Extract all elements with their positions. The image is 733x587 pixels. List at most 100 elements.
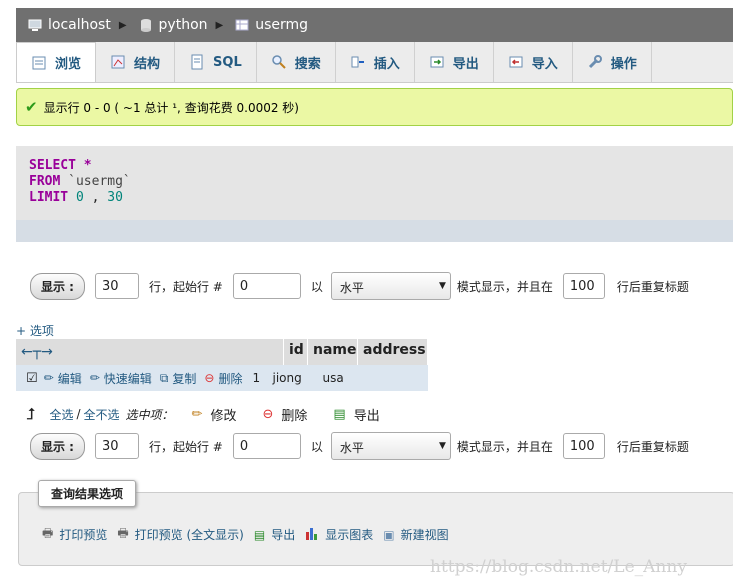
bulk-export-button[interactable]: ▤ 导出 — [333, 405, 379, 424]
bar-chart-icon — [305, 526, 319, 543]
deselect-all-link[interactable]: 全不选 — [84, 406, 120, 423]
breadcrumb-database-label[interactable]: python — [159, 17, 208, 33]
watermark: https://blog.csdn.net/Le_Anny — [430, 557, 687, 577]
create-view-label: 新建视图 — [400, 528, 449, 542]
browse-icon — [31, 55, 47, 71]
sql-toolbar — [16, 220, 733, 242]
tab-browse-label: 浏览 — [55, 57, 82, 72]
print-preview-link[interactable]: 🖶 打印预览 — [42, 524, 107, 545]
export-icon: ▤ — [253, 527, 266, 542]
tab-browse[interactable]: 浏览 — [16, 42, 97, 82]
cell-name: jiong — [272, 371, 302, 385]
tab-operations[interactable]: 操作 — [573, 42, 652, 82]
copy-row-link[interactable]: ⧉ 复制 — [160, 370, 197, 387]
options-link[interactable]: + 选项 — [16, 322, 54, 339]
results-table: ←┬→ id name address ☑ ✏ 编辑 ✏ 快速编辑 ⧉ 复制 ⊖ 删除 … — [16, 339, 428, 391]
mode-prefix-label: 以 — [310, 279, 323, 294]
repeat-header-input[interactable]: 100 — [562, 273, 605, 299]
breadcrumb-table[interactable]: usermg — [235, 17, 308, 33]
breadcrumb-server[interactable]: localhost ▶ — [28, 17, 127, 33]
success-message: ✔ 显示行 0 - 0 ( ~1 总计 ¹, 查询花费 0.0002 秒) — [16, 88, 733, 126]
sql-select-keyword[interactable]: SELECT — [29, 158, 76, 173]
start-row-label: 行，起始行 # — [148, 279, 223, 294]
sql-limit-keyword[interactable]: LIMIT — [29, 190, 68, 205]
query-results-options-legend: 查询结果选项 — [38, 480, 137, 507]
delete-icon: ⊖ — [204, 371, 215, 385]
query-results-actions: 🖶 打印预览 🖶 打印预览 (全文显示) ▤ 导出 显示图表 ▣ 新建视图 — [42, 524, 459, 545]
edit-row-label: 编辑 — [57, 371, 82, 386]
mode-suffix-label: 模式显示，并且在 — [456, 279, 553, 294]
row-checkbox[interactable]: ☑ — [26, 371, 38, 386]
tab-sql-label: SQL — [213, 54, 242, 70]
breadcrumb: localhost ▶ python ▶ usermg — [16, 8, 733, 42]
print-preview-full-label: 打印预览 (全文显示) — [134, 528, 244, 542]
table-icon — [235, 18, 249, 32]
checkmark-icon: ✔ — [25, 98, 38, 116]
wrench-icon — [587, 54, 603, 70]
copy-row-label: 复制 — [172, 371, 197, 386]
display-chart-link[interactable]: 显示图表 — [305, 526, 373, 543]
column-header-name[interactable]: name — [308, 339, 358, 365]
rows-input-bottom[interactable]: 30 — [94, 433, 139, 459]
breadcrumb-database[interactable]: python ▶ — [139, 17, 224, 33]
tab-export[interactable]: 导出 — [415, 42, 494, 82]
table-header-row: ←┬→ id name address — [16, 339, 428, 365]
print-preview-full-link[interactable]: 🖶 打印预览 (全文显示) — [117, 524, 244, 545]
repeat-header-label: 行后重复标题 — [616, 279, 689, 294]
bulk-delete-label: 删除 — [281, 408, 308, 424]
sql-comma: , — [91, 190, 100, 205]
import-icon — [508, 54, 524, 70]
search-icon — [271, 54, 287, 70]
create-view-link[interactable]: ▣ 新建视图 — [383, 526, 448, 543]
breadcrumb-table-label[interactable]: usermg — [255, 17, 308, 33]
table-row: ☑ ✏ 编辑 ✏ 快速编辑 ⧉ 复制 ⊖ 删除 1 jiong usa — [16, 365, 428, 391]
bulk-edit-button[interactable]: ✏ 修改 — [192, 405, 237, 424]
mode-prefix-label-bottom: 以 — [310, 439, 323, 454]
column-resize-icon[interactable]: ←┬→ — [16, 339, 284, 365]
tab-import[interactable]: 导入 — [494, 42, 573, 82]
column-header-id[interactable]: id — [284, 339, 308, 365]
tab-search[interactable]: 搜索 — [257, 42, 336, 82]
delete-row-link[interactable]: ⊖ 删除 — [204, 370, 242, 387]
bulk-delete-button[interactable]: ⊖ 删除 — [262, 405, 307, 424]
sql-offset: 0 — [75, 190, 84, 205]
breadcrumb-separator-icon: ▶ — [215, 19, 224, 31]
column-header-address[interactable]: address — [358, 339, 428, 365]
printer-icon: 🖶 — [42, 526, 54, 540]
tab-import-label: 导入 — [531, 56, 558, 72]
tab-structure[interactable]: 结构 — [96, 42, 176, 82]
edit-row-link[interactable]: ✏ 编辑 — [44, 370, 82, 387]
show-button-bottom[interactable]: 显示 : — [30, 432, 85, 460]
bulk-export-label: 导出 — [353, 408, 380, 424]
delete-row-label: 删除 — [218, 371, 243, 386]
export-results-label: 导出 — [271, 528, 296, 542]
tab-search-label: 搜索 — [294, 56, 321, 72]
select-all-link[interactable]: 全选 — [49, 406, 73, 423]
main-tabs: 浏览 结构 SQL 搜索 插入 导出 导入 操作 — [16, 42, 733, 83]
start-row-input[interactable]: 0 — [232, 273, 301, 299]
start-row-input-bottom[interactable]: 0 — [232, 433, 301, 459]
copy-icon: ⧉ — [159, 370, 169, 385]
repeat-header-input-bottom[interactable]: 100 — [562, 433, 605, 459]
sql-from-keyword[interactable]: FROM — [29, 174, 60, 189]
breadcrumb-server-label[interactable]: localhost — [48, 17, 111, 33]
dropdown-arrow-icon: ▼ — [438, 441, 446, 451]
bulk-edit-label: 修改 — [210, 408, 237, 424]
quick-edit-link[interactable]: ✏ 快速编辑 — [90, 370, 152, 387]
cell-address: usa — [322, 371, 344, 385]
bulk-separator: / — [76, 407, 81, 421]
tab-insert[interactable]: 插入 — [336, 42, 415, 82]
mode-suffix-label-bottom: 模式显示，并且在 — [456, 439, 553, 454]
with-selected-label: 选中项： — [125, 407, 174, 422]
export-results-link[interactable]: ▤ 导出 — [254, 526, 295, 543]
sql-query-box: SELECT * FROM `usermg` LIMIT 0 , 30 — [16, 146, 733, 220]
print-preview-label: 打印预览 — [59, 528, 108, 542]
display-mode-select-bottom[interactable]: 水平 ▼ — [330, 432, 451, 460]
rows-input[interactable]: 30 — [94, 273, 139, 299]
view-icon: ▣ — [383, 527, 395, 542]
success-message-text: 显示行 0 - 0 ( ~1 总计 ¹, 查询花费 0.0002 秒) — [43, 100, 299, 115]
printer-icon: 🖶 — [117, 526, 129, 540]
display-mode-select[interactable]: 水平 ▼ — [330, 272, 451, 300]
show-button[interactable]: 显示 : — [30, 272, 85, 300]
tab-sql[interactable]: SQL — [175, 42, 257, 82]
